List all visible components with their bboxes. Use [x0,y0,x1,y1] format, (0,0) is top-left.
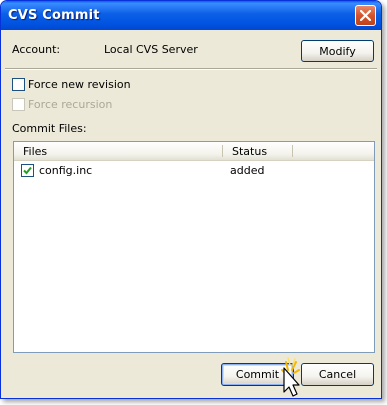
file-name: config.inc [39,164,93,177]
account-value: Local CVS Server [104,43,198,56]
title-bar[interactable]: CVS Commit [1,1,381,30]
file-checkbox[interactable] [21,164,34,177]
cvs-commit-dialog: CVS Commit Account: Local CVS Server Mod… [0,0,382,399]
checkbox-box-disabled [12,98,25,111]
column-header-status[interactable]: Status [232,145,267,158]
column-header-files[interactable]: Files [23,145,47,158]
account-label: Account: [12,43,61,56]
cancel-button[interactable]: Cancel [301,363,374,386]
modify-button[interactable]: Modify [301,40,374,62]
checkbox-box[interactable] [12,78,25,91]
force-new-revision-label: Force new revision [28,78,131,91]
file-status: added [230,164,265,177]
checkmark-icon [23,166,32,175]
commit-files-list[interactable]: Files Status config.inc added [13,141,375,353]
force-recursion-label: Force recursion [28,98,113,111]
separator [5,68,377,70]
list-header: Files Status [14,142,374,161]
window-title: CVS Commit [8,8,100,23]
mouse-pointer-icon [281,357,300,397]
commit-files-label: Commit Files: [12,122,87,135]
close-button[interactable] [355,5,376,26]
close-icon [360,10,371,21]
column-divider[interactable] [292,145,293,157]
column-divider[interactable] [222,145,223,157]
